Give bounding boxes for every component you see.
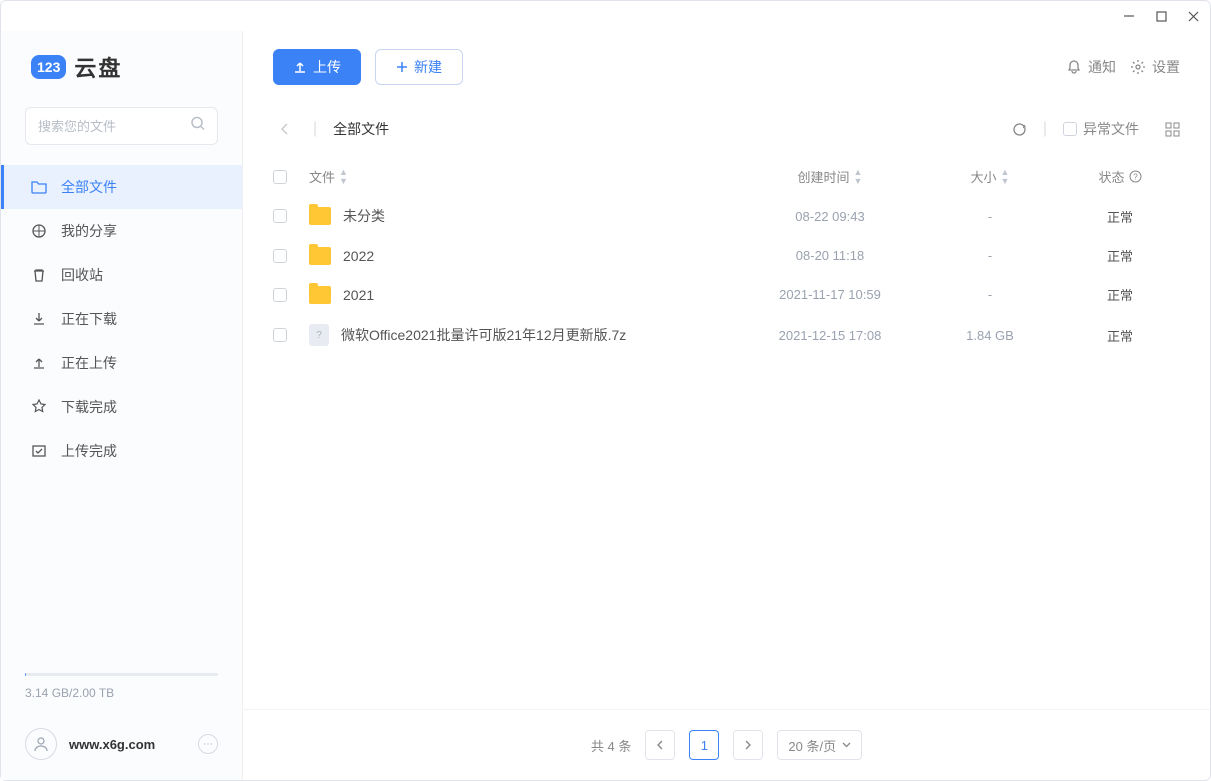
row-checkbox[interactable] (273, 209, 287, 223)
nav-label: 正在上传 (61, 353, 117, 373)
search-icon[interactable] (190, 116, 206, 137)
column-status: 状态 ? (1060, 167, 1180, 186)
select-all-checkbox[interactable] (273, 170, 287, 184)
close-button[interactable] (1186, 9, 1200, 23)
file-name: 2021 (343, 287, 374, 303)
abnormal-files-filter[interactable]: 异常文件 (1063, 119, 1139, 139)
nav-label: 上传完成 (61, 441, 117, 461)
username: www.x6g.com (69, 737, 186, 752)
notifications-button[interactable]: 通知 (1066, 57, 1116, 77)
sort-icon: ▲▼ (1001, 168, 1010, 186)
pagination-total: 共 4 条 (591, 736, 631, 755)
row-checkbox[interactable] (273, 328, 287, 342)
nav-my-shares[interactable]: 我的分享 (1, 209, 242, 253)
app-logo: 123 云盘 (1, 31, 242, 107)
refresh-button[interactable] (1012, 122, 1027, 137)
logo-text: 云盘 (74, 51, 122, 83)
page-number[interactable]: 1 (689, 730, 719, 760)
file-status: 正常 (1060, 326, 1180, 345)
chevron-down-icon (842, 742, 851, 748)
file-size: - (920, 209, 1060, 224)
view-toggle-button[interactable] (1165, 122, 1180, 137)
folder-icon (309, 207, 331, 225)
nav-downloading[interactable]: 正在下载 (1, 297, 242, 341)
nav-label: 正在下载 (61, 309, 117, 329)
sort-icon: ▲▼ (339, 168, 348, 186)
file-time: 2021-12-15 17:08 (740, 328, 920, 343)
nav-download-done[interactable]: 下载完成 (1, 385, 242, 429)
column-size[interactable]: 大小 ▲▼ (920, 167, 1060, 186)
folder-icon (309, 286, 331, 304)
file-row[interactable]: 未分类 08-22 09:43-正常 (243, 196, 1210, 236)
file-status: 正常 (1060, 246, 1180, 265)
file-status: 正常 (1060, 285, 1180, 304)
file-row[interactable]: 2022 08-20 11:18-正常 (243, 236, 1210, 275)
nav-recycle-bin[interactable]: 回收站 (1, 253, 242, 297)
new-button[interactable]: 新建 (375, 49, 463, 85)
notify-label: 通知 (1088, 57, 1116, 77)
sort-icon: ▲▼ (854, 168, 863, 186)
file-name: 2022 (343, 248, 374, 264)
prev-page-button[interactable] (645, 730, 675, 760)
file-time: 08-22 09:43 (740, 209, 920, 224)
maximize-button[interactable] (1154, 9, 1168, 23)
file-row[interactable]: 2021 2021-11-17 10:59-正常 (243, 275, 1210, 314)
row-checkbox[interactable] (273, 249, 287, 263)
nav-upload-done[interactable]: 上传完成 (1, 429, 242, 473)
column-name[interactable]: 文件 ▲▼ (309, 167, 740, 186)
file-size: - (920, 287, 1060, 302)
nav-label: 回收站 (61, 265, 103, 285)
nav-all-files[interactable]: 全部文件 (1, 165, 242, 209)
per-page-select[interactable]: 20 条/页 (777, 730, 862, 760)
nav-label: 下载完成 (61, 397, 117, 417)
avatar[interactable] (25, 728, 57, 760)
settings-button[interactable]: 设置 (1130, 57, 1180, 77)
file-name: 未分类 (343, 206, 385, 226)
separator: | (1043, 120, 1047, 138)
nav-uploading[interactable]: 正在上传 (1, 341, 242, 385)
row-checkbox[interactable] (273, 288, 287, 302)
nav-label: 全部文件 (61, 177, 117, 197)
storage-text: 3.14 GB/2.00 TB (1, 686, 242, 716)
upload-label: 上传 (313, 57, 341, 77)
file-time: 2021-11-17 10:59 (740, 287, 920, 302)
breadcrumb-separator: | (313, 120, 317, 138)
column-time[interactable]: 创建时间 ▲▼ (740, 167, 920, 186)
breadcrumb-current[interactable]: 全部文件 (333, 119, 389, 139)
svg-text:?: ? (1133, 173, 1138, 182)
next-page-button[interactable] (733, 730, 763, 760)
nav-label: 我的分享 (61, 221, 117, 241)
file-size: 1.84 GB (920, 328, 1060, 343)
logo-badge: 123 (31, 55, 66, 79)
minimize-button[interactable] (1122, 9, 1136, 23)
file-name: 微软Office2021批量许可版21年12月更新版.7z (341, 325, 626, 345)
storage-bar (25, 673, 218, 676)
folder-icon (309, 247, 331, 265)
upload-button[interactable]: 上传 (273, 49, 361, 85)
abnormal-checkbox[interactable] (1063, 122, 1077, 136)
new-label: 新建 (414, 57, 442, 77)
back-button[interactable] (273, 117, 297, 141)
more-button[interactable]: ⋯ (198, 734, 218, 754)
abnormal-label: 异常文件 (1083, 119, 1139, 139)
file-time: 08-20 11:18 (740, 248, 920, 263)
file-row[interactable]: ? 微软Office2021批量许可版21年12月更新版.7z 2021-12-15… (243, 314, 1210, 356)
file-status: 正常 (1060, 207, 1180, 226)
file-size: - (920, 248, 1060, 263)
help-icon[interactable]: ? (1129, 170, 1142, 183)
archive-icon: ? (309, 324, 329, 346)
settings-label: 设置 (1152, 57, 1180, 77)
